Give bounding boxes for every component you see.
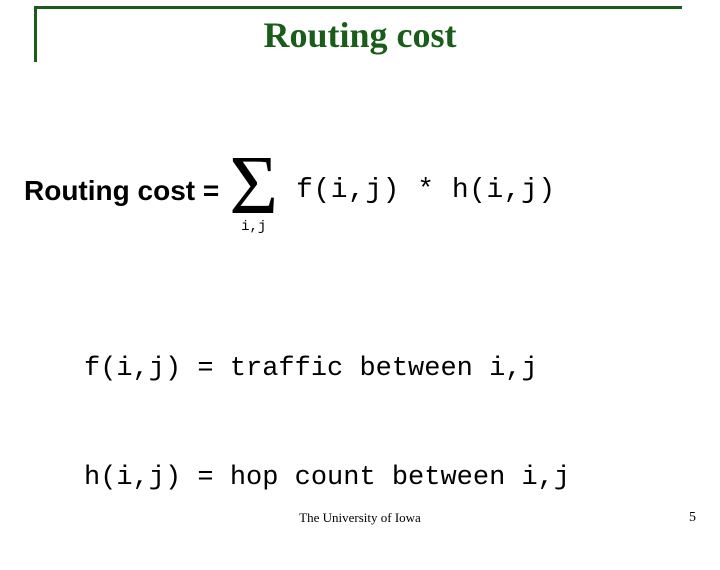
title-rule-top <box>34 6 682 9</box>
slide: Routing cost Routing cost = Σ i,j f(i,j)… <box>0 0 720 540</box>
formula-row: Routing cost = Σ i,j f(i,j) * h(i,j) <box>24 148 556 234</box>
page-number: 5 <box>689 510 696 526</box>
def-h: h(i,j) = hop count between i,j <box>84 460 570 496</box>
sigma-subscript: i,j <box>241 220 266 234</box>
sigma-symbol: Σ <box>229 148 278 224</box>
formula-rhs: f(i,j) * h(i,j) <box>296 175 556 206</box>
def-f: f(i,j) = traffic between i,j <box>84 351 570 387</box>
slide-title: Routing cost <box>0 14 720 56</box>
sigma-wrap: Σ i,j <box>229 148 278 234</box>
formula-lhs: Routing cost = <box>24 175 219 207</box>
footer-affiliation: The University of Iowa <box>0 510 720 526</box>
